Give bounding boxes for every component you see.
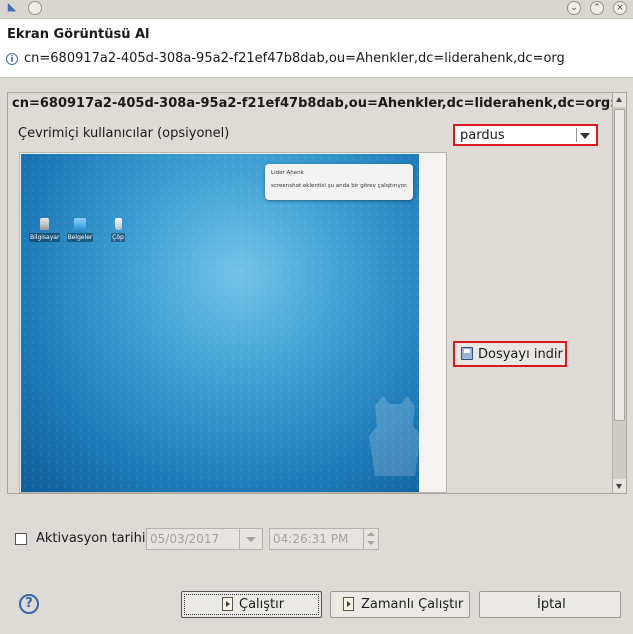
vertical-scrollbar[interactable] xyxy=(612,93,626,493)
folder-icon xyxy=(74,218,86,230)
desktop-icon-label: Belgeler xyxy=(66,233,94,242)
run-button-label: Çalıştır xyxy=(239,597,285,612)
chevron-down-icon xyxy=(580,133,590,139)
scheduled-run-icon xyxy=(343,597,354,611)
desktop-icon-label: Çöp xyxy=(111,233,125,242)
window-titlebar: ◣ ⌄ ⌃ × xyxy=(0,0,633,19)
activation-time-value: 04:26:31 PM xyxy=(273,532,349,546)
computer-icon xyxy=(39,218,49,230)
screenshot-preview: Lider Ahenk screenshot eklentisi şu anda… xyxy=(19,152,447,493)
minimize-button[interactable]: ⌄ xyxy=(567,1,581,15)
desktop-icon-computer: Bilgisayar xyxy=(29,218,61,242)
trash-icon xyxy=(114,218,122,230)
run-button[interactable]: Çalıştır xyxy=(181,591,322,618)
pardus-watermark-icon xyxy=(369,396,421,476)
activation-date-value: 05/03/2017 xyxy=(150,532,220,546)
maximize-button[interactable]: ⌃ xyxy=(590,1,604,15)
activation-date-field[interactable]: 05/03/2017 xyxy=(146,528,263,550)
cancel-button-label: İptal xyxy=(537,597,566,612)
scheduled-run-button-label: Zamanlı Çalıştır xyxy=(361,597,464,612)
info-icon: i xyxy=(6,53,18,65)
activation-time-field[interactable]: 04:26:31 PM xyxy=(269,528,379,550)
desktop-icon-trash: Çöp xyxy=(103,218,133,242)
help-icon[interactable]: ? xyxy=(19,594,39,614)
desktop-icon-label: Bilgisayar xyxy=(29,233,61,242)
app-icon: ◣ xyxy=(7,0,17,13)
desktop-pattern xyxy=(21,154,419,492)
activation-date-label: Aktivasyon tarihi xyxy=(36,531,146,546)
window-menu-button[interactable] xyxy=(28,1,42,15)
save-icon xyxy=(461,347,473,360)
dialog-info-message: cn=680917a2-405d-308a-95a2-f21ef47b8dab,… xyxy=(24,51,565,66)
desktop-icon-documents: Belgeler xyxy=(65,218,95,242)
screenshot-notification: Lider Ahenk screenshot eklentisi şu anda… xyxy=(265,164,413,200)
cancel-button[interactable]: İptal xyxy=(479,591,621,618)
scroll-down-icon[interactable] xyxy=(613,479,626,493)
target-heading: cn=680917a2-405d-308a-95a2-f21ef47b8dab,… xyxy=(12,96,616,111)
download-file-label: Dosyayı indir xyxy=(478,347,563,362)
notification-body: screenshot eklentisi şu anda bir görev ç… xyxy=(271,183,408,189)
desktop-screenshot-image: Lider Ahenk screenshot eklentisi şu anda… xyxy=(21,154,421,492)
online-users-selected-value: pardus xyxy=(460,128,505,143)
activation-date-checkbox[interactable] xyxy=(15,533,27,545)
scrollbar-thumb[interactable] xyxy=(614,109,625,421)
close-button[interactable]: × xyxy=(613,1,627,15)
scroll-up-icon[interactable] xyxy=(613,93,626,107)
online-users-select[interactable]: pardus xyxy=(453,124,598,146)
screenshot-panel: cn=680917a2-405d-308a-95a2-f21ef47b8dab,… xyxy=(7,92,627,494)
time-spinner-icon[interactable] xyxy=(363,529,378,549)
calendar-dropdown-icon[interactable] xyxy=(239,529,262,549)
online-users-label: Çevrimiçi kullanıcılar (opsiyonel) xyxy=(18,126,230,141)
dialog-header: Ekran Görüntüsü Al i cn=680917a2-405d-30… xyxy=(0,19,633,78)
download-file-button[interactable]: Dosyayı indir xyxy=(453,341,567,367)
notification-title: Lider Ahenk xyxy=(271,170,304,176)
combo-separator xyxy=(576,128,577,142)
scheduled-run-button[interactable]: Zamanlı Çalıştır xyxy=(330,591,470,618)
dialog-title: Ekran Görüntüsü Al xyxy=(7,27,150,42)
run-icon xyxy=(222,597,233,611)
